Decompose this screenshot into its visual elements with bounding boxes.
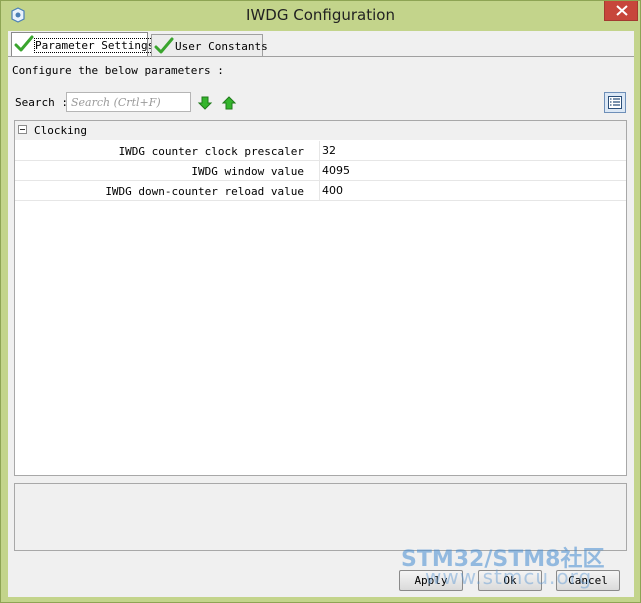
param-value[interactable]: 400	[322, 181, 343, 197]
cancel-button[interactable]: Cancel	[556, 570, 620, 591]
tab-content: Configure the below parameters : Search …	[8, 56, 634, 556]
green-check-icon	[14, 35, 34, 52]
close-icon	[616, 5, 628, 16]
param-row[interactable]: IWDG window value 4095	[15, 161, 626, 181]
list-view-icon	[608, 96, 622, 109]
param-value[interactable]: 4095	[322, 161, 350, 177]
param-value[interactable]: 32	[322, 141, 336, 157]
param-row[interactable]: IWDG down-counter reload value 400	[15, 181, 626, 201]
close-button[interactable]	[604, 1, 638, 21]
group-row-clocking[interactable]: Clocking	[15, 121, 626, 140]
green-check-icon	[154, 37, 174, 54]
tab-parameter-settings[interactable]: Parameter Settings	[11, 32, 156, 56]
instructions-text: Configure the below parameters :	[12, 64, 224, 77]
search-previous-up-icon[interactable]	[221, 95, 237, 111]
view-mode-button[interactable]	[604, 92, 626, 113]
ok-button[interactable]: Ok	[478, 570, 542, 591]
collapse-icon[interactable]	[18, 125, 27, 134]
parameter-tree: Clocking IWDG counter clock prescaler 32…	[14, 120, 627, 476]
param-name: IWDG window value	[15, 161, 320, 180]
tab-user-constants[interactable]: User Constants	[151, 34, 268, 56]
dialog-client: Parameter Settings User Constants Config…	[8, 31, 634, 597]
search-input[interactable]	[66, 92, 191, 112]
window-title: IWDG Configuration	[246, 6, 395, 24]
tab-bar: Parameter Settings User Constants	[8, 31, 634, 57]
dialog-window: IWDG Configuration Parameter Settings Us…	[0, 0, 641, 603]
description-panel	[14, 483, 627, 551]
group-label: Clocking	[34, 124, 87, 137]
tab-label: Parameter Settings	[33, 38, 156, 53]
tab-label: User Constants	[175, 40, 268, 53]
title-bar[interactable]: IWDG Configuration	[1, 1, 640, 31]
apply-button[interactable]: Apply	[399, 570, 463, 591]
search-label: Search :	[15, 96, 68, 109]
param-name: IWDG down-counter reload value	[15, 181, 320, 200]
param-name: IWDG counter clock prescaler	[15, 141, 320, 160]
search-next-down-icon[interactable]	[197, 95, 213, 111]
param-row[interactable]: IWDG counter clock prescaler 32	[15, 141, 626, 161]
